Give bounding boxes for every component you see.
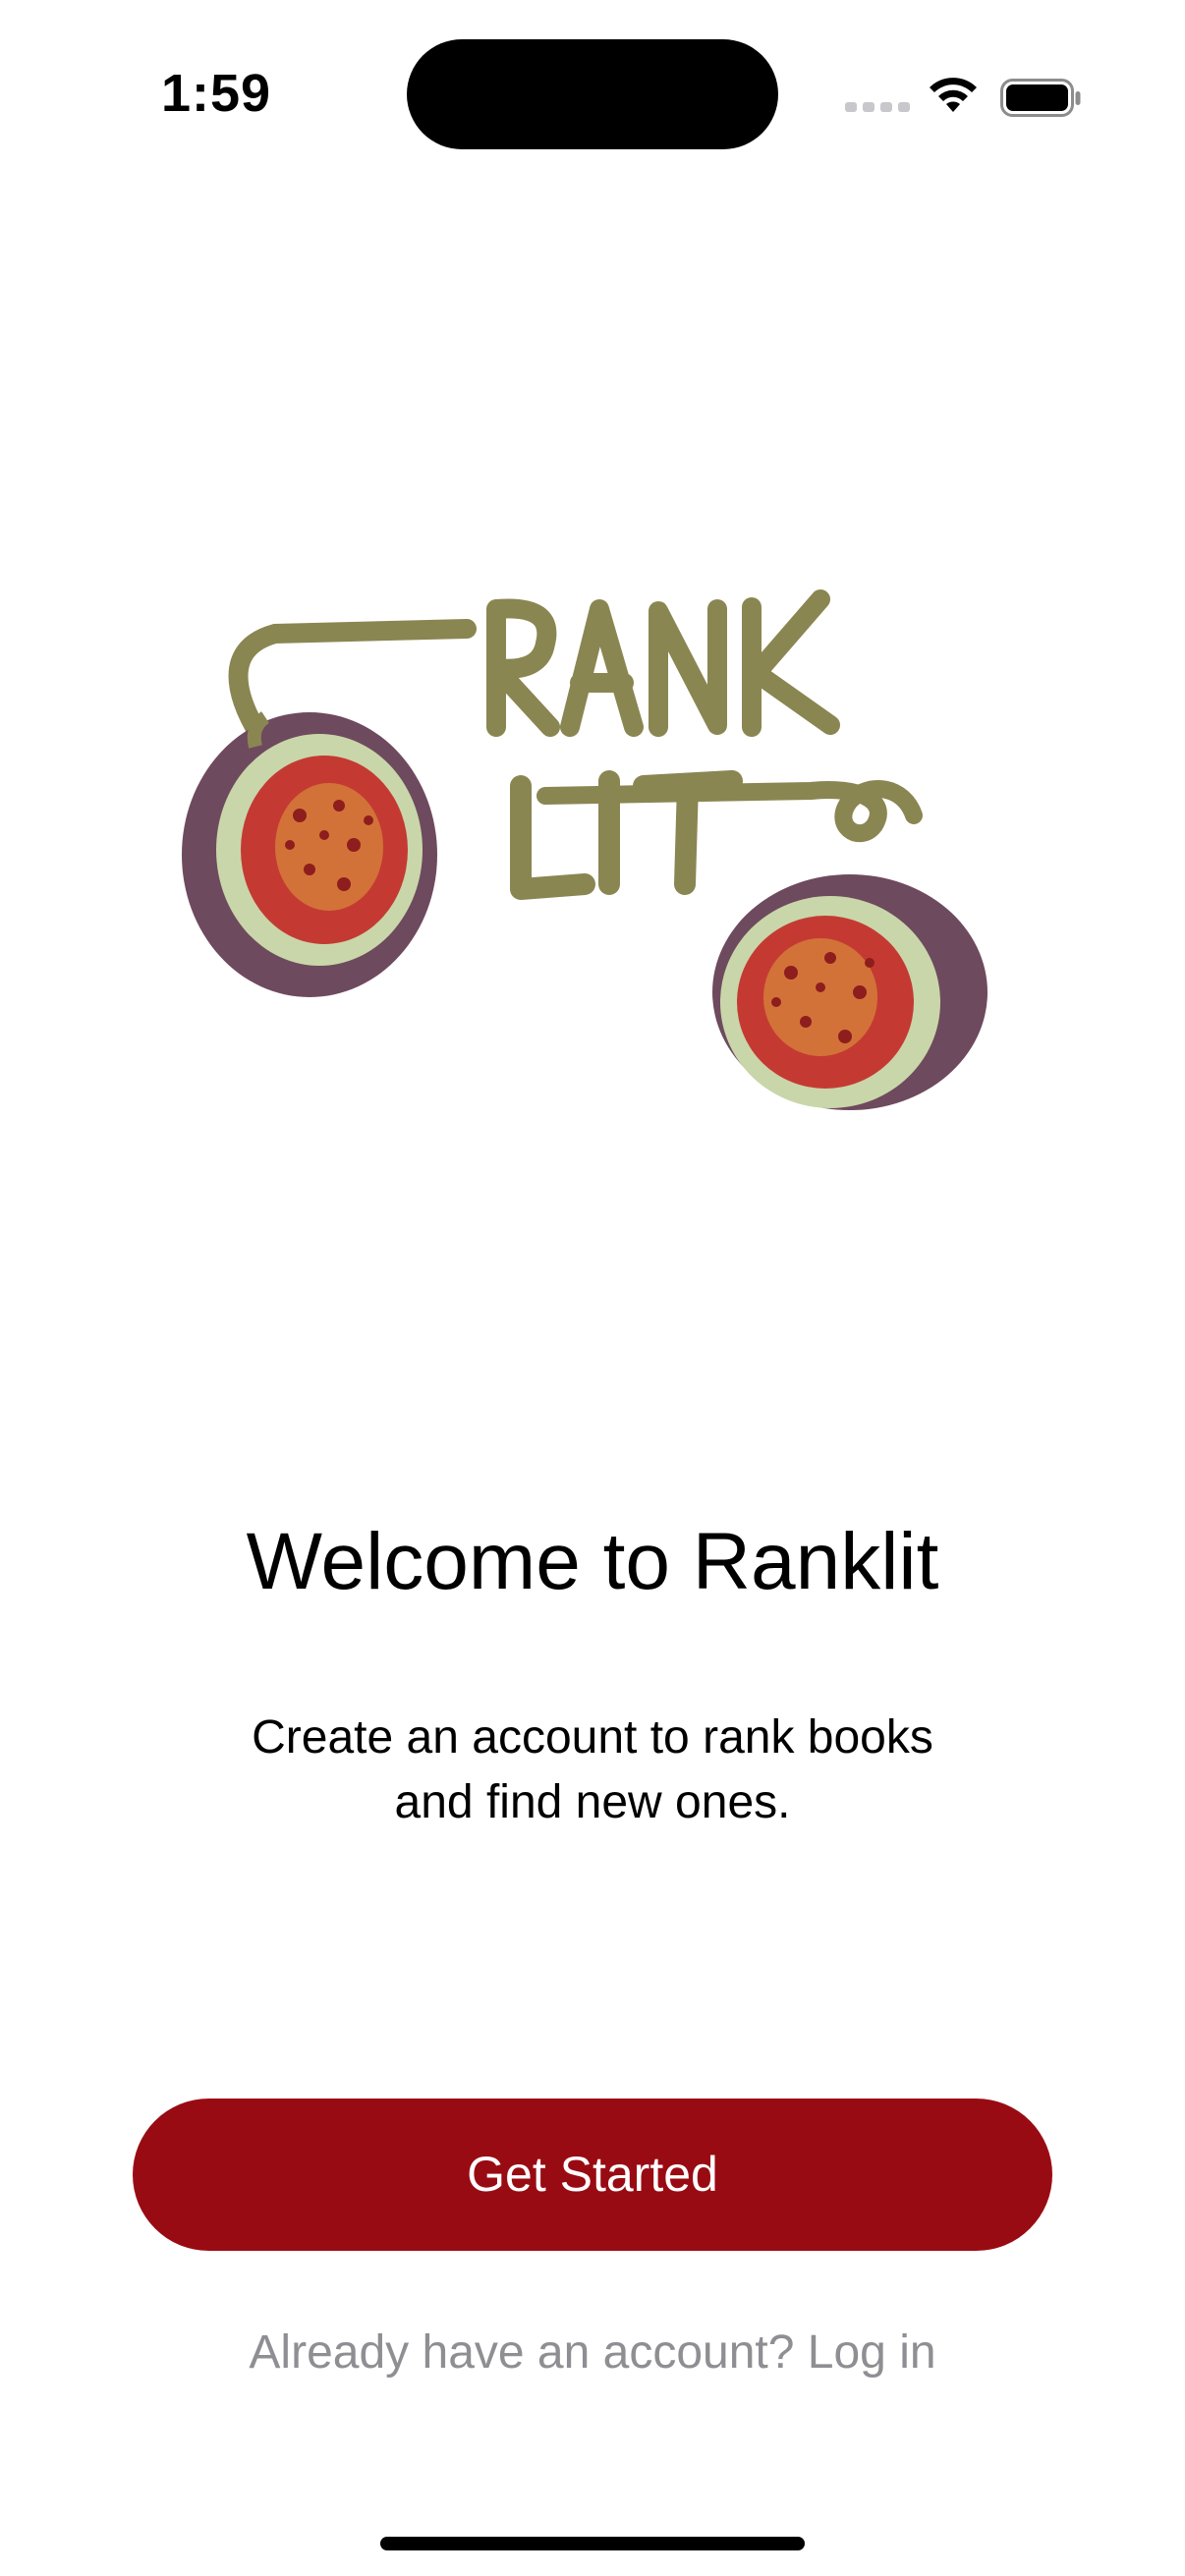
welcome-title: Welcome to Ranklit [246,1517,939,1606]
home-indicator[interactable] [380,2537,805,2550]
battery-icon [1000,79,1081,117]
status-icons [845,71,1091,120]
dynamic-island [407,39,778,149]
get-started-button[interactable]: Get Started [133,2099,1052,2251]
welcome-subtitle: Create an account to rank books and find… [197,1706,988,1835]
login-link[interactable]: Already have an account? Log in [0,2319,1185,2387]
cellular-dots-icon [845,102,910,112]
wifi-icon [930,78,977,112]
ranklit-logo [182,589,988,1110]
welcome-subtitle-line-2: and find new ones. [394,1776,791,1828]
status-time: 1:59 [160,64,272,123]
status-bar: 1:59 [0,0,1185,196]
welcome-subtitle-line-1: Create an account to rank books [252,1711,933,1764]
